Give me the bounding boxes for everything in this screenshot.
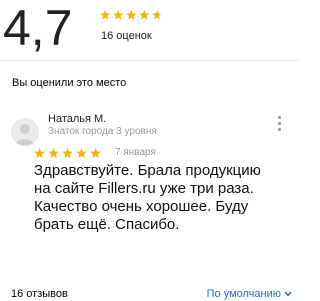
- user-avatar[interactable]: [11, 118, 39, 146]
- author-level-badge: Знаток города 3 уровня: [48, 126, 157, 137]
- overall-star-5: [152, 10, 163, 20]
- overall-stars: [100, 10, 163, 20]
- overall-star-2: [113, 10, 124, 20]
- review-star-1: [34, 148, 45, 158]
- overall-star-4: [139, 10, 150, 20]
- user-icon: [15, 124, 35, 146]
- chevron-down-icon: [284, 291, 292, 297]
- review-stars: [34, 148, 101, 158]
- review-date: 7 января: [115, 147, 156, 158]
- more-vertical-icon[interactable]: [276, 116, 282, 134]
- overall-star-1: [100, 10, 111, 20]
- review-star-5: [90, 148, 101, 158]
- overall-rating: 4,7: [3, 0, 73, 56]
- reviews-count: 16 отзывов: [11, 288, 68, 300]
- sort-dropdown[interactable]: По умолчанию: [207, 287, 292, 301]
- review-star-2: [48, 148, 59, 158]
- author-name[interactable]: Наталья М.: [48, 113, 106, 125]
- sort-label: По умолчанию: [206, 288, 281, 300]
- my-review-title: Вы оценили это место: [12, 77, 127, 89]
- divider: [0, 60, 300, 61]
- my-review-card: Наталья М. Знаток города 3 уровня 7 янва…: [0, 104, 300, 264]
- review-star-4: [76, 148, 87, 158]
- review-text: Здравствуйте. Брала продукцию на сайте F…: [34, 162, 261, 233]
- overall-star-3: [126, 10, 137, 20]
- ratings-count: 16 оценок: [101, 30, 152, 42]
- review-star-3: [62, 148, 73, 158]
